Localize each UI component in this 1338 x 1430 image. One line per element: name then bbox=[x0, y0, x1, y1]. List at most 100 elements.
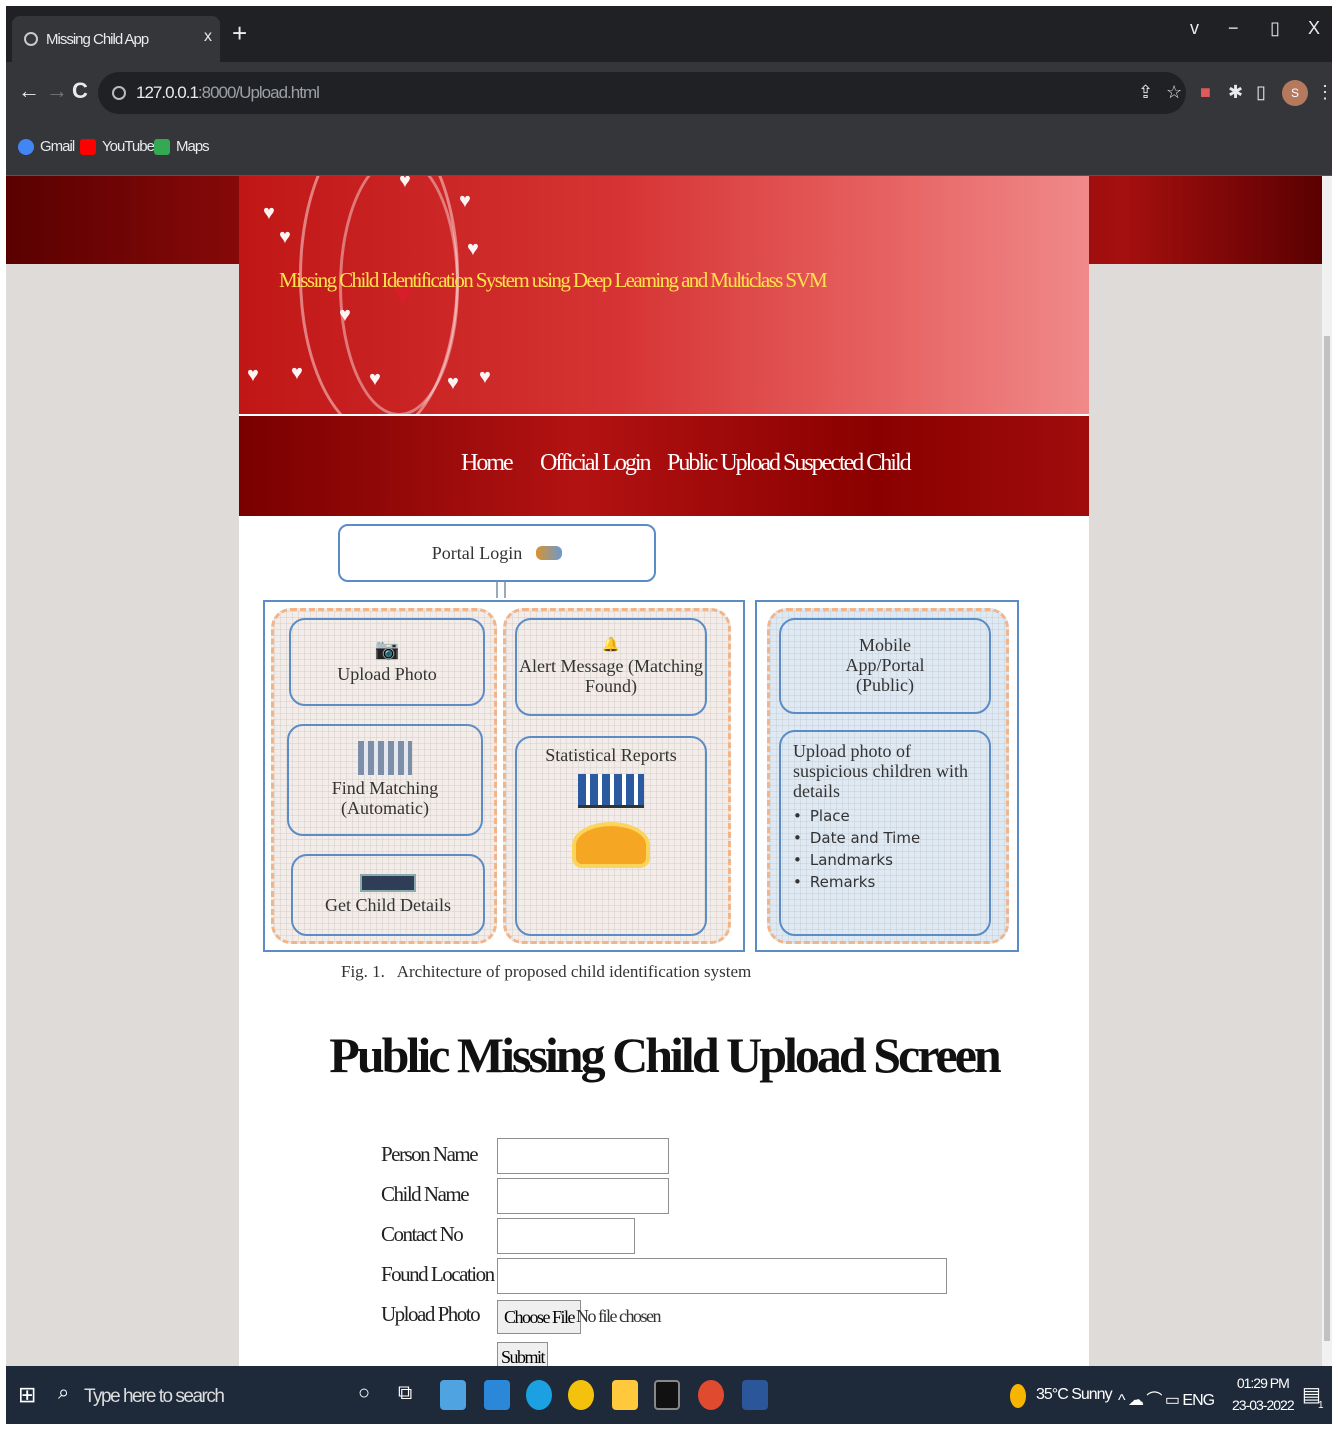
extension-icon[interactable]: ■ bbox=[1200, 82, 1211, 103]
heart-icon: ♥ bbox=[279, 226, 291, 248]
search-icon[interactable]: ⌕ bbox=[58, 1382, 69, 1405]
heart-icon: ♥ bbox=[399, 176, 411, 192]
box-label: Statistical Reports bbox=[545, 745, 677, 765]
portal-login-box: Portal Login bbox=[338, 524, 656, 582]
box-label: Upload photo of suspicious children with… bbox=[793, 741, 968, 801]
puzzle-icon[interactable]: ✱ bbox=[1228, 82, 1243, 103]
tab-title: Missing Child App bbox=[46, 30, 149, 48]
menu-icon[interactable]: ⋮ bbox=[1316, 82, 1332, 103]
camera-icon: 📷 bbox=[374, 639, 400, 662]
star-icon[interactable]: ☆ bbox=[1166, 82, 1182, 103]
store-icon[interactable] bbox=[484, 1380, 510, 1410]
close-window-button[interactable]: X bbox=[1308, 18, 1320, 39]
nav-home[interactable]: Home bbox=[461, 450, 514, 477]
heart-icon: ♥ bbox=[479, 366, 491, 388]
clock[interactable]: 01:29 PM 23-03-2022 bbox=[1232, 1372, 1295, 1416]
grid-icon bbox=[358, 741, 412, 776]
heart-icon: ♥ bbox=[467, 238, 479, 260]
browser-tab[interactable]: Missing Child App x bbox=[12, 16, 220, 62]
nav-official-login[interactable]: Official Login bbox=[540, 450, 652, 477]
upload-photo-box: 📷 Upload Photo bbox=[289, 618, 485, 706]
site-title: Missing Child Identification System usin… bbox=[279, 268, 828, 292]
choose-file-button[interactable]: Choose File bbox=[497, 1300, 582, 1334]
child-name-input[interactable] bbox=[497, 1178, 669, 1214]
url-host: 127.0.0.1 bbox=[136, 83, 199, 102]
page-container: ♥ ♥ ♥ ♥ ♥ ♥ ♥ ♥ ♥ ♥ ♥ ♥ Missing Child Id… bbox=[239, 176, 1089, 1366]
user-icon bbox=[536, 546, 563, 560]
nav-public-upload[interactable]: Public Upload Suspected Child bbox=[667, 450, 912, 477]
box-label: Find Matching (Automatic) bbox=[331, 778, 439, 818]
person-name-label: Person Name bbox=[381, 1142, 479, 1166]
get-child-details-box: Get Child Details bbox=[291, 854, 485, 936]
public-panel: Mobile App/Portal (Public) Upload photo … bbox=[755, 600, 1019, 952]
minimize-button[interactable]: − bbox=[1228, 18, 1239, 39]
page-viewport: ♥ ♥ ♥ ♥ ♥ ♥ ♥ ♥ ♥ ♥ ♥ ♥ Missing Child Id… bbox=[6, 176, 1322, 1366]
weather-icon bbox=[1010, 1384, 1026, 1408]
found-location-input[interactable] bbox=[497, 1258, 947, 1294]
taskbar-search-input[interactable]: Type here to search bbox=[84, 1386, 225, 1408]
windows-start-icon[interactable]: ⊞ bbox=[18, 1382, 36, 1408]
clock-time: 01:29 PM bbox=[1236, 1375, 1290, 1391]
site-info-icon[interactable] bbox=[112, 86, 126, 100]
portal-login-label: Portal Login bbox=[431, 542, 523, 563]
reload-button[interactable]: C bbox=[72, 78, 88, 104]
box-label: Upload Photo bbox=[337, 664, 437, 685]
bar-chart-icon bbox=[578, 773, 644, 808]
heart-icon: ♥ bbox=[447, 372, 459, 394]
file-status: No file chosen bbox=[576, 1306, 661, 1326]
file-manager-icon[interactable] bbox=[440, 1380, 466, 1410]
maximize-button[interactable]: ▯ bbox=[1270, 18, 1280, 39]
bookmark-gmail[interactable]: Gmail bbox=[18, 138, 75, 155]
new-tab-button[interactable]: + bbox=[232, 18, 247, 49]
weather-text[interactable]: 35°C Sunny bbox=[1036, 1386, 1113, 1404]
upload-photo-label: Upload Photo bbox=[381, 1302, 481, 1326]
submit-button[interactable]: Submit bbox=[497, 1342, 549, 1366]
address-bar[interactable]: 127.0.0.1 :8000/Upload.html bbox=[98, 72, 1186, 114]
chrome-icon[interactable] bbox=[568, 1380, 594, 1410]
bookmark-maps[interactable]: Maps bbox=[154, 138, 210, 155]
person-name-input[interactable] bbox=[497, 1138, 669, 1174]
bookmark-youtube[interactable]: YouTube bbox=[80, 138, 155, 155]
bookmark-label: Maps bbox=[176, 138, 210, 155]
cortana-icon[interactable]: ○ bbox=[358, 1382, 370, 1405]
find-matching-box: Find Matching (Automatic) bbox=[287, 724, 483, 836]
profile-icon[interactable]: S bbox=[1282, 80, 1308, 106]
url-path: :8000/Upload.html bbox=[197, 83, 320, 102]
terminal-icon[interactable] bbox=[654, 1380, 680, 1410]
heart-icon: ♥ bbox=[339, 304, 351, 326]
task-view-icon[interactable]: ⧉ bbox=[398, 1382, 412, 1405]
sidepanel-icon[interactable]: ▯ bbox=[1256, 82, 1266, 103]
scrollbar-thumb[interactable] bbox=[1324, 336, 1330, 1341]
box-label: Get Child Details bbox=[325, 895, 451, 916]
forward-button[interactable]: → bbox=[46, 78, 68, 104]
box-label: Alert Message (Matching Found) bbox=[519, 655, 703, 696]
architecture-figure: Portal Login 📷 Upload Photo Find Matchin… bbox=[239, 516, 1089, 986]
tab-close-button[interactable]: x bbox=[204, 28, 212, 46]
edge-icon[interactable] bbox=[526, 1380, 552, 1410]
details-list: Place Date and Time Landmarks Remarks bbox=[793, 805, 920, 893]
system-tray[interactable]: ^ ☁ ⌒ ▭ ENG bbox=[1118, 1386, 1215, 1410]
notification-count: 1 bbox=[1318, 1400, 1324, 1411]
down-arrow-icon bbox=[496, 582, 506, 598]
heart-icon: ♥ bbox=[369, 368, 381, 390]
list-item: Date and Time bbox=[793, 827, 920, 849]
heart-icon: ♥ bbox=[291, 362, 303, 384]
tab-search-button[interactable]: v bbox=[1190, 18, 1199, 39]
back-button[interactable]: ← bbox=[18, 78, 40, 104]
word-icon[interactable] bbox=[742, 1380, 768, 1410]
app-icon[interactable] bbox=[698, 1380, 724, 1410]
bookmarks-bar: Gmail YouTube Maps bbox=[6, 124, 1332, 176]
contact-no-input[interactable] bbox=[497, 1218, 635, 1254]
folder-icon[interactable] bbox=[612, 1380, 638, 1410]
browser-tab-strip: Missing Child App x + v − ▯ X bbox=[6, 6, 1332, 62]
share-icon[interactable]: ⇪ bbox=[1138, 82, 1153, 103]
report-icon bbox=[572, 821, 650, 868]
clock-date: 23-03-2022 bbox=[1232, 1397, 1295, 1413]
youtube-icon bbox=[80, 138, 96, 155]
heart-icon: ♥ bbox=[247, 364, 259, 386]
gmail-icon bbox=[18, 138, 34, 155]
statistical-reports-box: Statistical Reports bbox=[515, 736, 707, 936]
box-label: Mobile App/Portal (Public) bbox=[845, 635, 925, 695]
system-panel: 📷 Upload Photo Find Matching (Automatic)… bbox=[263, 600, 745, 952]
mobile-app-box: Mobile App/Portal (Public) bbox=[779, 618, 991, 714]
